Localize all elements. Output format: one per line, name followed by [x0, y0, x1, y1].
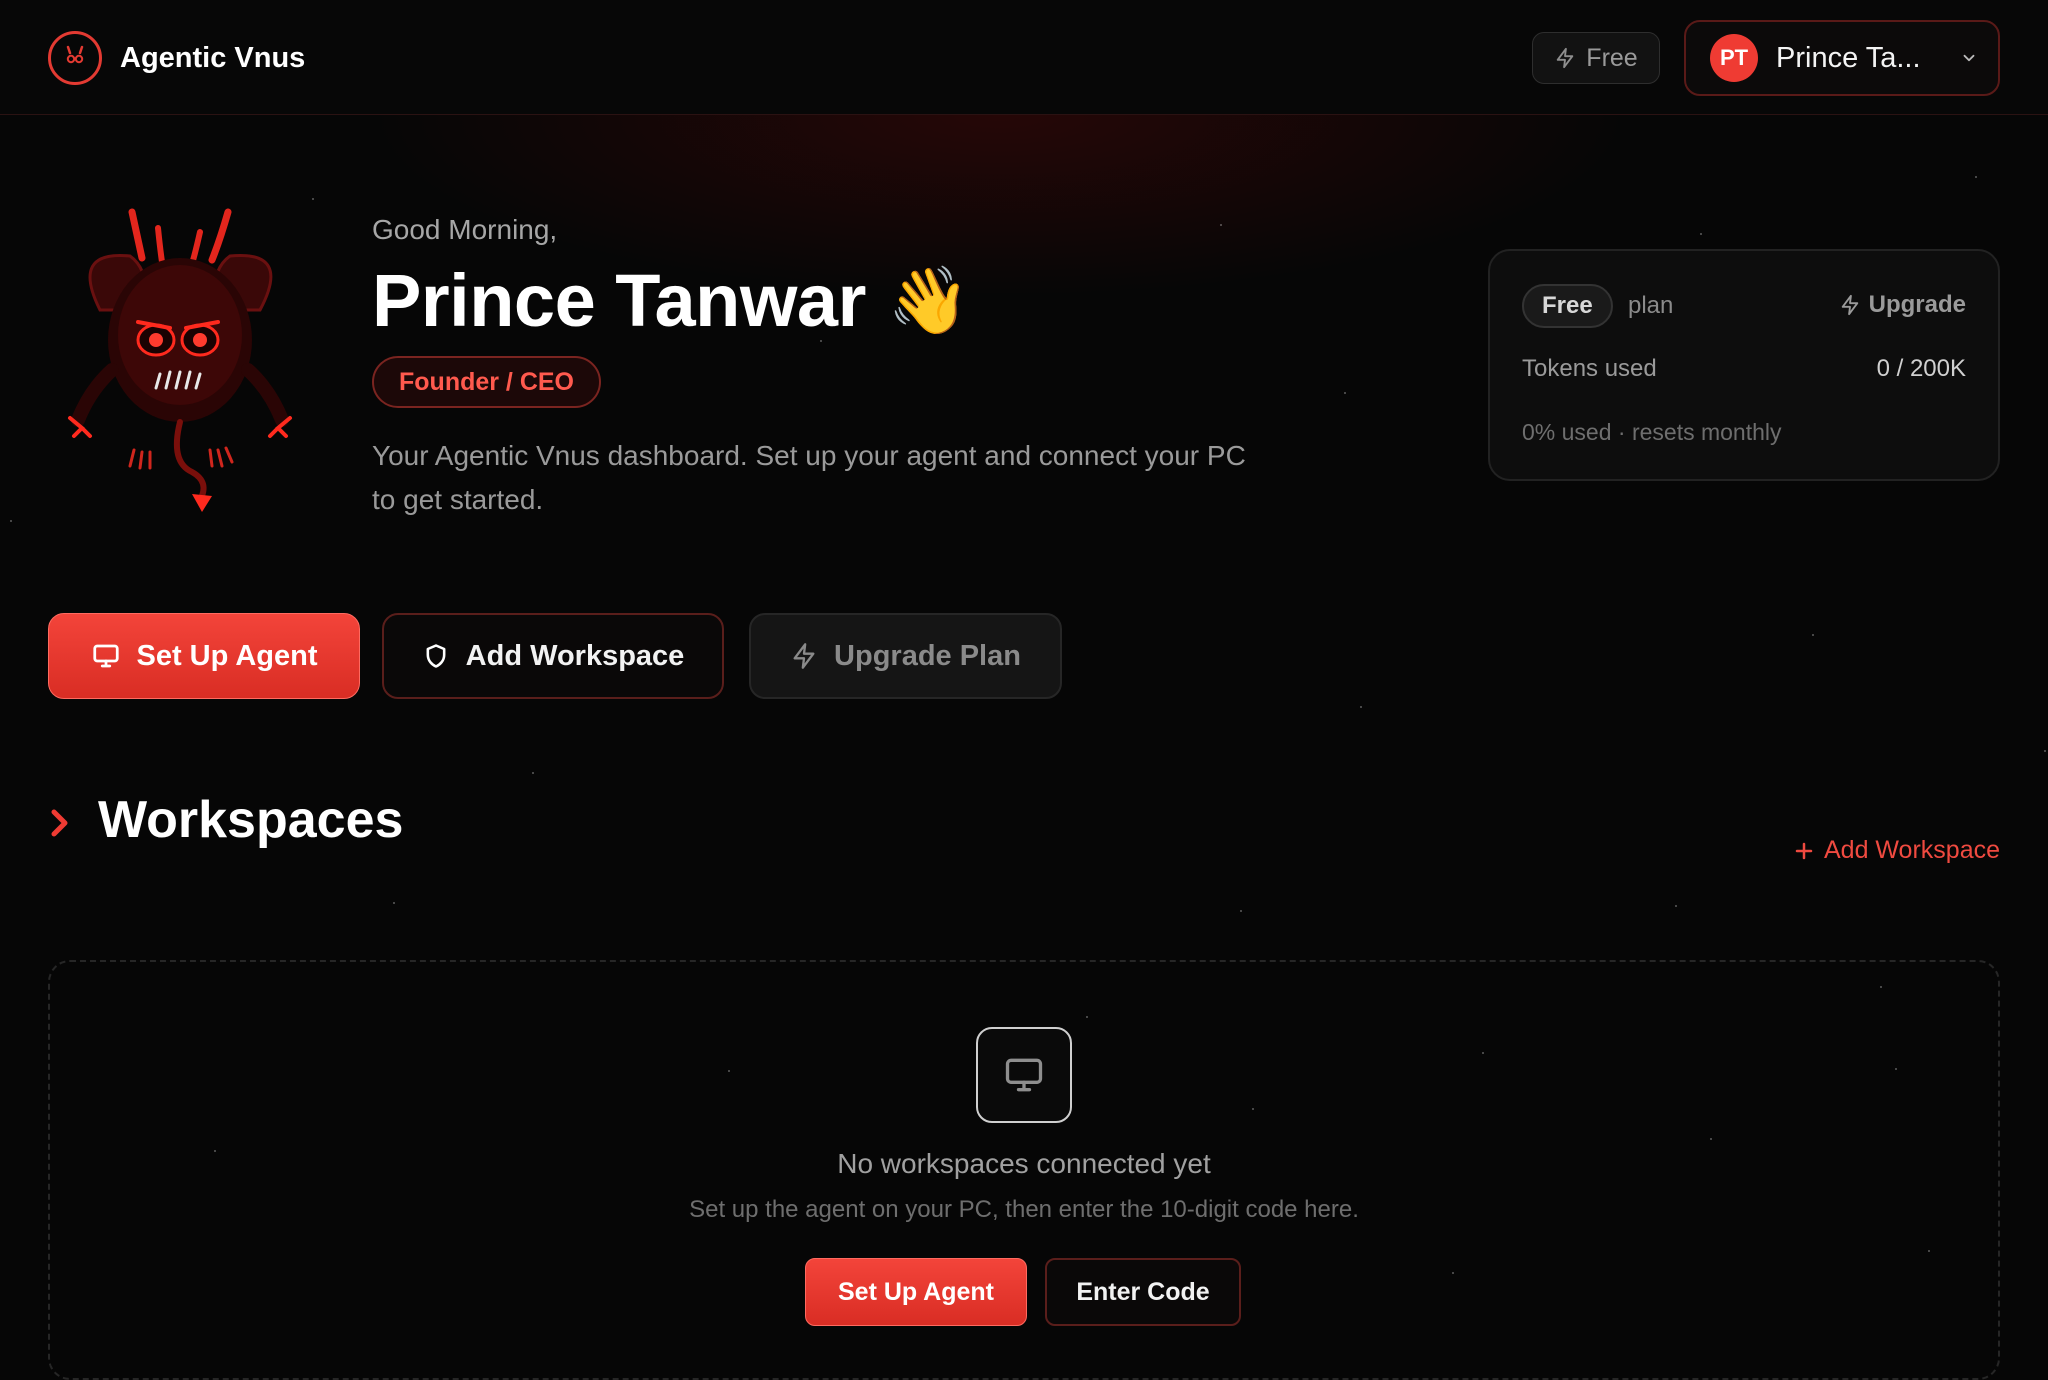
plan-card: Free plan Upgrade Tokens used 0 / 200K 0… — [1488, 249, 2000, 481]
lightning-icon — [790, 641, 818, 671]
enter-code-button[interactable]: Enter Code — [1045, 1258, 1241, 1326]
usage-note: 0% used · resets monthly — [1522, 419, 1782, 446]
upgrade-label: Upgrade — [1869, 291, 1966, 319]
role-badge: Founder / CEO — [372, 356, 601, 408]
plus-icon — [1794, 841, 1814, 861]
user-menu-button[interactable]: PT Prince Ta... — [1684, 20, 2000, 96]
upgrade-link[interactable]: Upgrade — [1839, 291, 1966, 319]
plan-badge-label: Free — [1586, 44, 1637, 73]
chevron-down-icon — [1960, 49, 1978, 67]
user-full-name: Prince Tanwar — [372, 258, 866, 343]
set-up-agent-label: Set Up Agent — [137, 640, 318, 673]
empty-set-up-agent-button[interactable]: Set Up Agent — [805, 1258, 1027, 1326]
wave-emoji: 👋 — [888, 262, 970, 340]
add-workspace-label: Add Workspace — [466, 640, 685, 673]
lightning-icon — [1839, 293, 1861, 317]
set-up-agent-button[interactable]: Set Up Agent — [48, 613, 360, 699]
greeting: Good Morning, — [372, 214, 557, 246]
monitor-icon — [91, 641, 121, 671]
brand-name: Agentic Vnus — [120, 42, 305, 75]
upgrade-plan-label: Upgrade Plan — [834, 640, 1021, 673]
add-workspace-link-label: Add Workspace — [1824, 836, 2000, 865]
section-title: Workspaces — [98, 790, 403, 850]
top-header: Agentic Vnus Free PT Prince Ta... — [0, 0, 2048, 115]
plan-name-pill: Free — [1522, 284, 1613, 328]
brand[interactable]: Agentic Vnus — [48, 31, 305, 85]
shield-icon — [422, 641, 450, 671]
page-title: Prince Tanwar 👋 — [372, 258, 970, 343]
empty-state-title: No workspaces connected yet — [0, 1148, 2048, 1180]
chevron-right-icon — [48, 806, 72, 845]
devil-mascot-image — [60, 200, 310, 520]
plan-suffix: plan — [1628, 292, 1673, 320]
avatar: PT — [1710, 34, 1758, 82]
add-workspace-button[interactable]: Add Workspace — [382, 613, 724, 699]
tokens-label: Tokens used — [1522, 355, 1657, 383]
empty-state-subtitle: Set up the agent on your PC, then enter … — [0, 1196, 2048, 1224]
dashboard-description: Your Agentic Vnus dashboard. Set up your… — [372, 434, 1272, 522]
monitor-icon — [976, 1027, 1072, 1123]
user-display-name: Prince Ta... — [1776, 42, 1948, 75]
upgrade-plan-button[interactable]: Upgrade Plan — [749, 613, 1062, 699]
plan-badge[interactable]: Free — [1532, 32, 1660, 84]
add-workspace-link[interactable]: Add Workspace — [1794, 836, 2000, 865]
tokens-value: 0 / 200K — [1877, 355, 1966, 383]
lightning-icon — [1554, 46, 1576, 70]
devil-logo-icon — [48, 31, 102, 85]
